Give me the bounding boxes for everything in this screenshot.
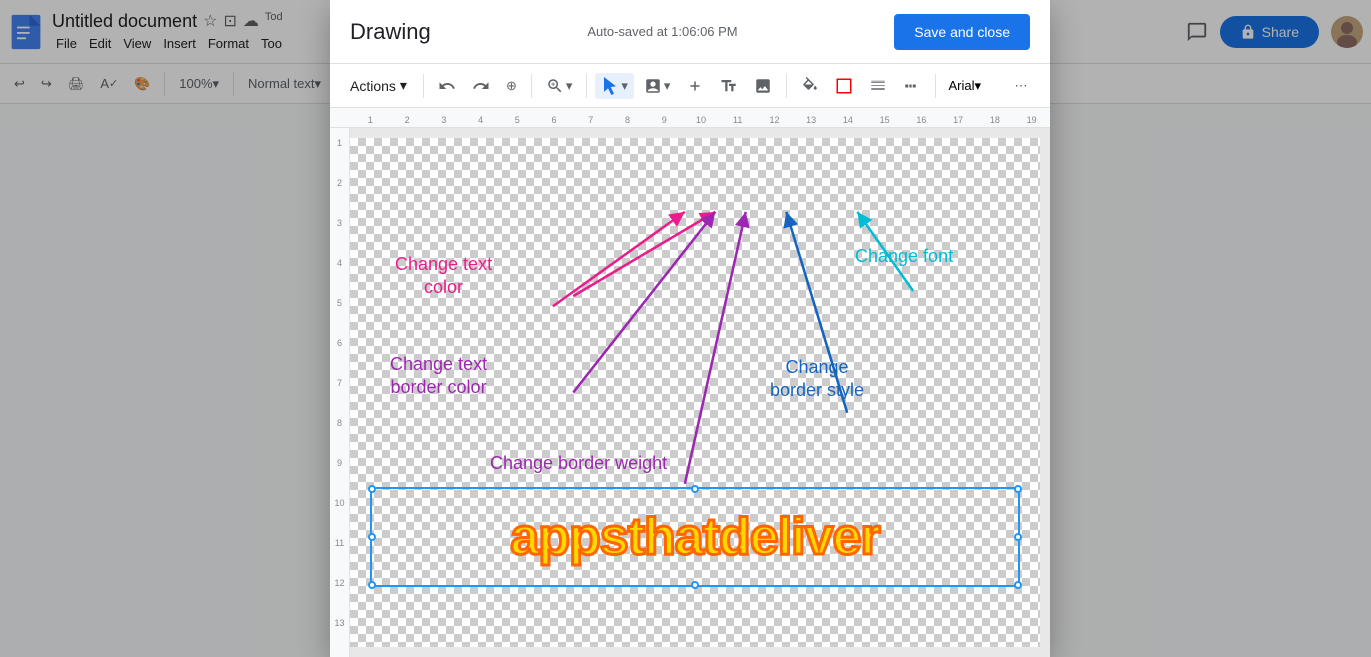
font-name: Arial bbox=[948, 78, 974, 93]
textbox-tool-btn[interactable] bbox=[714, 73, 744, 99]
more-options-btn[interactable]: ⋯ bbox=[1008, 74, 1033, 98]
drawing-toolbar: Actions ▾ ⊕ ▾ ▾ ▾ bbox=[330, 64, 1050, 108]
handle-mid-right[interactable] bbox=[1014, 533, 1022, 541]
sep6 bbox=[786, 74, 787, 98]
drawing-canvas[interactable]: Change textcolor Change textborder color… bbox=[350, 138, 1040, 647]
undo-drawing-btn[interactable] bbox=[432, 73, 462, 99]
handle-mid-left[interactable] bbox=[368, 533, 376, 541]
shape-tool-btn[interactable] bbox=[680, 73, 710, 99]
annotation-change-border-style: Changeborder style bbox=[770, 356, 864, 403]
line-chevron: ▾ bbox=[664, 78, 671, 94]
select-chevron: ▾ bbox=[621, 78, 628, 94]
snap-btn[interactable]: ⊕ bbox=[500, 74, 523, 98]
dialog-header: Drawing Auto-saved at 1:06:06 PM Save an… bbox=[330, 0, 1050, 64]
handle-bottom-center[interactable] bbox=[691, 581, 699, 589]
fill-color-btn[interactable] bbox=[795, 73, 825, 99]
handle-top-left[interactable] bbox=[368, 485, 376, 493]
horizontal-ruler: 1 2 3 4 5 6 7 8 9 10 11 12 13 14 15 16 1… bbox=[330, 108, 1050, 128]
line-tool-btn[interactable]: ▾ bbox=[638, 73, 677, 99]
font-selector[interactable]: Arial ▾ bbox=[944, 76, 1004, 96]
annotation-change-text-color: Change textcolor bbox=[395, 253, 492, 300]
autosaved-label: Auto-saved at 1:06:06 PM bbox=[587, 24, 737, 39]
actions-label: Actions bbox=[350, 78, 396, 94]
drawing-dialog: Drawing Auto-saved at 1:06:06 PM Save an… bbox=[330, 0, 1050, 657]
actions-menu-button[interactable]: Actions ▾ bbox=[342, 73, 415, 98]
sep7 bbox=[935, 74, 936, 98]
annotation-change-border-weight: Change border weight bbox=[490, 453, 667, 474]
select-tool-btn[interactable]: ▾ bbox=[595, 73, 634, 99]
actions-chevron-icon: ▾ bbox=[400, 77, 407, 94]
handle-top-right[interactable] bbox=[1014, 485, 1022, 493]
sep5 bbox=[586, 74, 587, 98]
handle-top-center[interactable] bbox=[691, 485, 699, 493]
handle-bottom-left[interactable] bbox=[368, 581, 376, 589]
handle-bottom-right[interactable] bbox=[1014, 581, 1022, 589]
zoom-in-btn[interactable]: ▾ bbox=[540, 73, 579, 99]
annotation-change-font: Change font bbox=[855, 246, 953, 267]
border-color-btn[interactable] bbox=[829, 73, 859, 99]
redo-drawing-btn[interactable] bbox=[466, 73, 496, 99]
sep3 bbox=[423, 74, 424, 98]
font-chevron-icon: ▾ bbox=[974, 78, 981, 94]
sep4 bbox=[531, 74, 532, 98]
vertical-ruler: 1234 5678 9101112 13 bbox=[330, 128, 350, 657]
annotation-change-text-border-color: Change textborder color bbox=[390, 353, 487, 400]
textbox-element[interactable]: appsthatdeliver bbox=[370, 487, 1020, 587]
drawing-canvas-area[interactable]: 1234 5678 9101112 13 bbox=[330, 128, 1050, 657]
border-dash-btn[interactable] bbox=[897, 73, 927, 99]
dialog-title: Drawing bbox=[350, 19, 431, 45]
image-tool-btn[interactable] bbox=[748, 73, 778, 99]
save-close-button[interactable]: Save and close bbox=[894, 14, 1030, 50]
border-weight-btn[interactable] bbox=[863, 73, 893, 99]
textbox-text: appsthatdeliver bbox=[510, 507, 879, 567]
zoom-chevron: ▾ bbox=[566, 78, 573, 94]
